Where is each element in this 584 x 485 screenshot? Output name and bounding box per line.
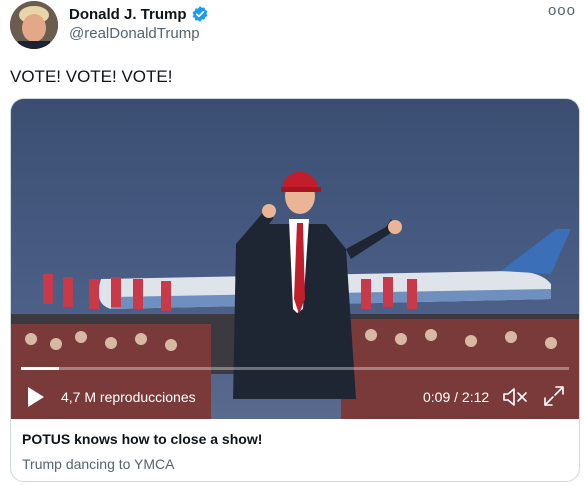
media-card[interactable]: 4,7 M reproducciones 0:09 / 2:12 POTUS k…: [10, 98, 580, 482]
play-icon[interactable]: [27, 386, 45, 408]
mute-icon[interactable]: [502, 387, 528, 407]
video-timestamp: 0:09 / 2:12: [423, 389, 490, 405]
tweet-text: VOTE! VOTE! VOTE!: [10, 67, 173, 86]
video-frame: [11, 99, 579, 419]
verified-badge-icon: [192, 6, 207, 22]
name-row: Donald J. Trump: [69, 5, 209, 23]
user-name[interactable]: Donald J. Trump: [69, 6, 187, 23]
fullscreen-icon[interactable]: [543, 385, 565, 407]
view-count: 4,7 M reproducciones: [61, 389, 196, 405]
user-handle[interactable]: @realDonaldTrump: [69, 25, 200, 42]
card-description: Trump dancing to YMCA: [22, 456, 175, 472]
video-progress-fill: [21, 367, 59, 370]
more-options-icon[interactable]: ooo: [548, 2, 576, 19]
avatar[interactable]: [10, 1, 58, 49]
card-meta[interactable]: POTUS knows how to close a show! Trump d…: [11, 419, 579, 481]
card-title: POTUS knows how to close a show!: [22, 431, 263, 447]
avatar-image: [10, 1, 58, 49]
video-progress-bar[interactable]: [21, 367, 569, 370]
video-player[interactable]: 4,7 M reproducciones 0:09 / 2:12: [11, 99, 579, 419]
